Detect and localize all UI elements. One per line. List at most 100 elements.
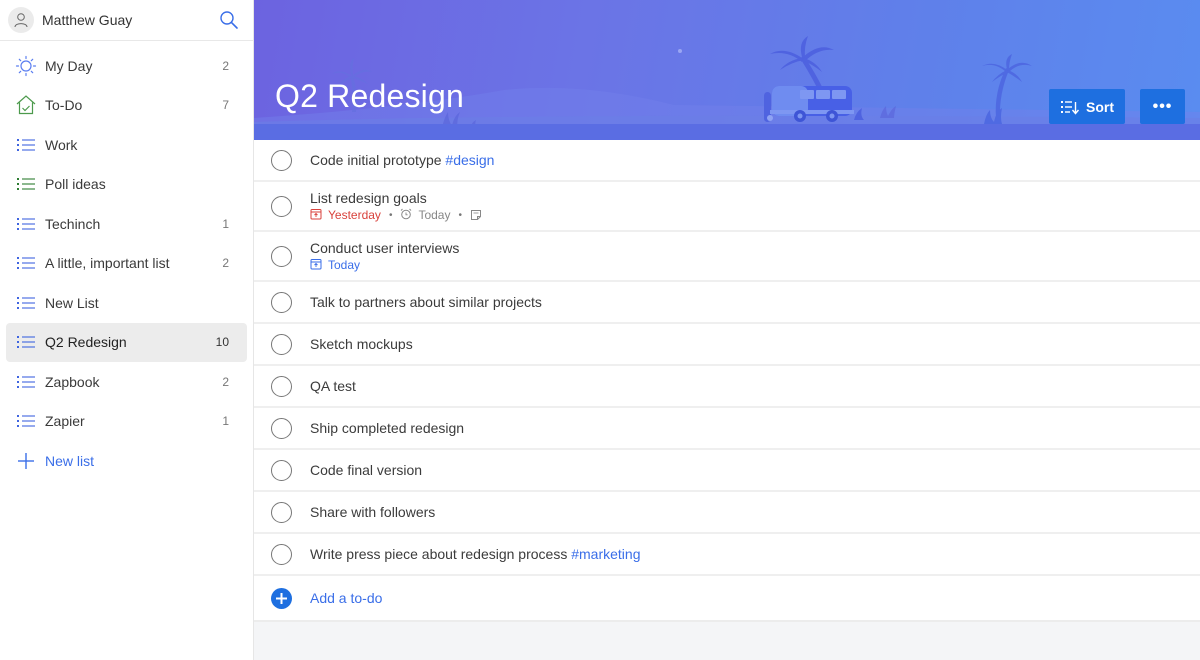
reminder: Today (400, 208, 450, 223)
sidebar-item-label: Poll ideas (45, 176, 106, 193)
sidebar-item-label: My Day (45, 57, 93, 74)
sidebar-list: My Day 2 To-Do 7 Work Poll ideas Techinch 1 A li… (0, 41, 253, 481)
task-row[interactable]: QA test (254, 366, 1200, 408)
more-options-button[interactable]: ••• (1140, 89, 1185, 124)
due-date-text: Yesterday (328, 208, 381, 222)
task-title: Share with followers (310, 504, 435, 520)
list-icon (15, 173, 37, 195)
due-date-text: Today (328, 258, 361, 272)
task-list: Code initial prototype #design List redes… (254, 140, 1200, 576)
reminder-text: Today (418, 208, 451, 222)
sidebar-item-label: Zapier (45, 413, 85, 430)
complete-checkbox[interactable] (271, 245, 292, 267)
search-button[interactable] (217, 8, 241, 32)
new-list-label: New list (45, 452, 95, 469)
sidebar-item-poll-ideas[interactable]: Poll ideas (6, 165, 247, 205)
task-row[interactable]: Talk to partners about similar projects (254, 282, 1200, 324)
add-todo-input[interactable]: Add a to-do (254, 576, 1200, 622)
search-icon (220, 11, 238, 29)
hashtag-link[interactable]: #marketing (571, 546, 640, 562)
sidebar-item-zapier[interactable]: Zapier 1 (6, 402, 247, 442)
task-row[interactable]: Code initial prototype #design (254, 140, 1200, 182)
sidebar-item-label: New List (45, 294, 99, 311)
task-body: Write press piece about redesign process… (310, 546, 640, 562)
complete-checkbox[interactable] (271, 501, 292, 523)
calendar-icon (310, 258, 328, 273)
sort-button[interactable]: Sort (1049, 89, 1125, 124)
user-icon (14, 13, 28, 28)
task-meta: Today (310, 258, 459, 273)
plus-icon (15, 450, 37, 472)
new-list-button[interactable]: New list (6, 441, 247, 481)
task-row[interactable]: List redesign goals Yesterday • Today • (254, 182, 1200, 232)
task-title-text: Sketch mockups (310, 336, 413, 352)
list-icon (15, 213, 37, 235)
sidebar-item-count: 10 (215, 335, 229, 350)
task-body: Talk to partners about similar projects (310, 294, 542, 310)
task-title-text: Code initial prototype (310, 152, 442, 168)
task-row[interactable]: Conduct user interviews Today (254, 232, 1200, 282)
sidebar-item-new-list[interactable]: New List (6, 283, 247, 323)
sidebar-item-count: 2 (222, 374, 229, 389)
sidebar-item-label: Work (45, 136, 78, 153)
sidebar-item-my-day[interactable]: My Day 2 (6, 46, 247, 86)
separator: • (388, 209, 393, 221)
avatar[interactable] (8, 7, 34, 33)
task-row[interactable]: Write press piece about redesign process… (254, 534, 1200, 576)
task-title: Ship completed redesign (310, 420, 464, 436)
task-body: Conduct user interviews Today (310, 240, 459, 273)
plus-icon (276, 592, 287, 604)
add-icon[interactable] (271, 587, 292, 609)
task-body: Ship completed redesign (310, 420, 464, 436)
sidebar-item-techinch[interactable]: Techinch 1 (6, 204, 247, 244)
sidebar-item-label: To-Do (45, 97, 83, 114)
list-title[interactable]: Q2 Redesign (275, 78, 464, 115)
task-title-text: QA test (310, 378, 356, 394)
complete-checkbox[interactable] (271, 195, 292, 217)
sidebar-item-label: Zapbook (45, 373, 100, 390)
home-check-icon (15, 94, 37, 116)
sidebar-item-label: Techinch (45, 215, 101, 232)
list-header-banner: Q2 Redesign Sort ••• (254, 0, 1200, 140)
complete-checkbox[interactable] (271, 543, 292, 565)
task-title: Sketch mockups (310, 336, 413, 352)
task-row[interactable]: Ship completed redesign (254, 408, 1200, 450)
sidebar-item-q2-redesign[interactable]: Q2 Redesign 10 (6, 322, 247, 362)
task-body: QA test (310, 378, 356, 394)
task-title-text: Ship completed redesign (310, 420, 465, 436)
hashtag-link[interactable]: #design (445, 152, 494, 168)
task-title: Write press piece about redesign process… (310, 546, 640, 562)
banner-ground (254, 124, 1200, 140)
alarm-icon (400, 208, 418, 223)
task-title: Talk to partners about similar projects (310, 294, 542, 310)
complete-checkbox[interactable] (271, 417, 292, 439)
task-row[interactable]: Sketch mockups (254, 324, 1200, 366)
task-title: Code initial prototype #design (310, 152, 494, 168)
sidebar-item-label: Q2 Redesign (45, 334, 127, 351)
complete-checkbox[interactable] (271, 149, 292, 171)
sidebar-item-to-do[interactable]: To-Do 7 (6, 86, 247, 126)
complete-checkbox[interactable] (271, 291, 292, 313)
task-body: Share with followers (310, 504, 435, 520)
list-icon (15, 252, 37, 274)
sidebar-item-zapbook[interactable]: Zapbook 2 (6, 362, 247, 402)
separator: • (458, 209, 462, 221)
complete-checkbox[interactable] (271, 333, 292, 355)
complete-checkbox[interactable] (271, 459, 292, 481)
note-icon (470, 209, 488, 221)
sidebar-item-count: 7 (222, 98, 229, 113)
sidebar-item-count: 2 (222, 58, 229, 73)
task-title: QA test (310, 378, 356, 394)
sidebar-item-work[interactable]: Work (6, 125, 247, 165)
list-icon (15, 410, 37, 432)
task-title: List redesign goals (310, 190, 488, 206)
sidebar: Matthew Guay My Day 2 To-Do 7 Work Poll ideas… (0, 0, 254, 660)
complete-checkbox[interactable] (271, 375, 292, 397)
due-date: Yesterday (310, 208, 381, 223)
task-row[interactable]: Share with followers (254, 492, 1200, 534)
sidebar-item-label: A little, important list (45, 255, 170, 272)
user-name[interactable]: Matthew Guay (42, 12, 217, 28)
sidebar-item-a-little-important-list[interactable]: A little, important list 2 (6, 244, 247, 284)
list-icon (15, 331, 37, 353)
task-row[interactable]: Code final version (254, 450, 1200, 492)
